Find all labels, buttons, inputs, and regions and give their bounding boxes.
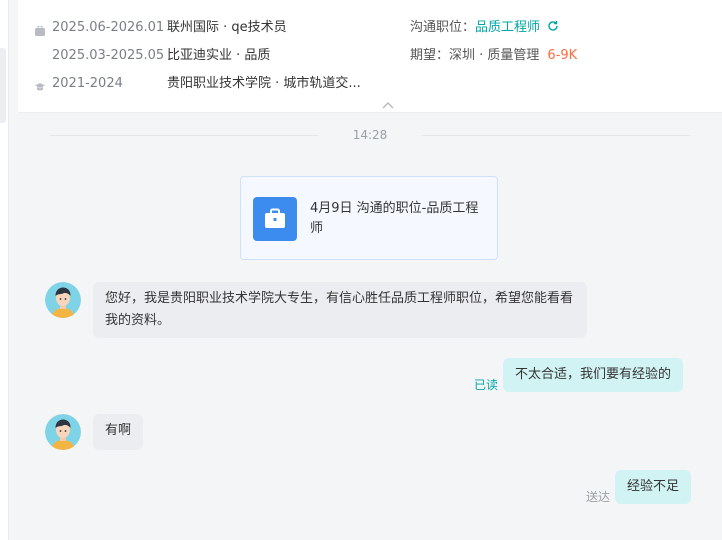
message-timestamp: 14:28 xyxy=(352,128,388,142)
expectation-value: 深圳 · 质量管理 xyxy=(449,48,540,63)
experience-date: 2025.03-2025.05 xyxy=(52,48,165,63)
experience-date: 2025.06-2026.01 xyxy=(52,20,165,35)
read-status: 已读 xyxy=(474,378,499,392)
avatar[interactable] xyxy=(45,282,81,318)
delivered-status: 送达 xyxy=(586,490,611,504)
left-panel-edge xyxy=(0,0,9,540)
education-school: 贵阳职业技术学院 · 城市轨道交... xyxy=(167,76,361,91)
briefcase-icon xyxy=(253,197,297,241)
resume-summary-card: 2025.06-2026.01 联州国际 · qe技术员 沟通职位：品质工程师 … xyxy=(18,0,722,113)
chevron-up-icon xyxy=(382,101,394,109)
message-bubble-incoming: 您好，我是贵阳职业技术学院大专生，有信心胜任品质工程师职位，希望您能看看我的资料… xyxy=(93,282,587,338)
expectation-label: 期望：深圳 · 质量管理 6-9K xyxy=(410,45,577,67)
position-label: 沟通职位：品质工程师 xyxy=(410,17,559,39)
experience-company: 比亚迪实业 · 品质 xyxy=(167,48,271,63)
position-key: 沟通职位： xyxy=(410,20,476,35)
salary-range: 6-9K xyxy=(547,48,578,63)
avatar[interactable] xyxy=(45,414,81,450)
job-position-card[interactable]: 4月9日 沟通的职位-品质工程师 xyxy=(240,176,498,260)
position-value[interactable]: 品质工程师 xyxy=(475,20,540,35)
message-bubble-outgoing: 不太合适，我们要有经验的 xyxy=(503,358,684,392)
time-divider: 14:28 xyxy=(50,128,690,142)
briefcase-icon xyxy=(35,22,45,36)
scroll-thumb[interactable] xyxy=(0,48,6,123)
experience-company: 联州国际 · qe技术员 xyxy=(167,20,287,35)
graduation-cap-icon xyxy=(35,78,45,91)
refresh-icon[interactable] xyxy=(547,20,559,32)
education-date: 2021-2024 xyxy=(52,76,123,91)
job-card-text: 4月9日 沟通的职位-品质工程师 xyxy=(310,201,479,236)
message-bubble-outgoing: 经验不足 xyxy=(615,470,692,504)
expectation-key: 期望： xyxy=(410,48,450,63)
message-bubble-incoming: 有啊 xyxy=(93,414,144,450)
collapse-button[interactable] xyxy=(372,96,404,112)
